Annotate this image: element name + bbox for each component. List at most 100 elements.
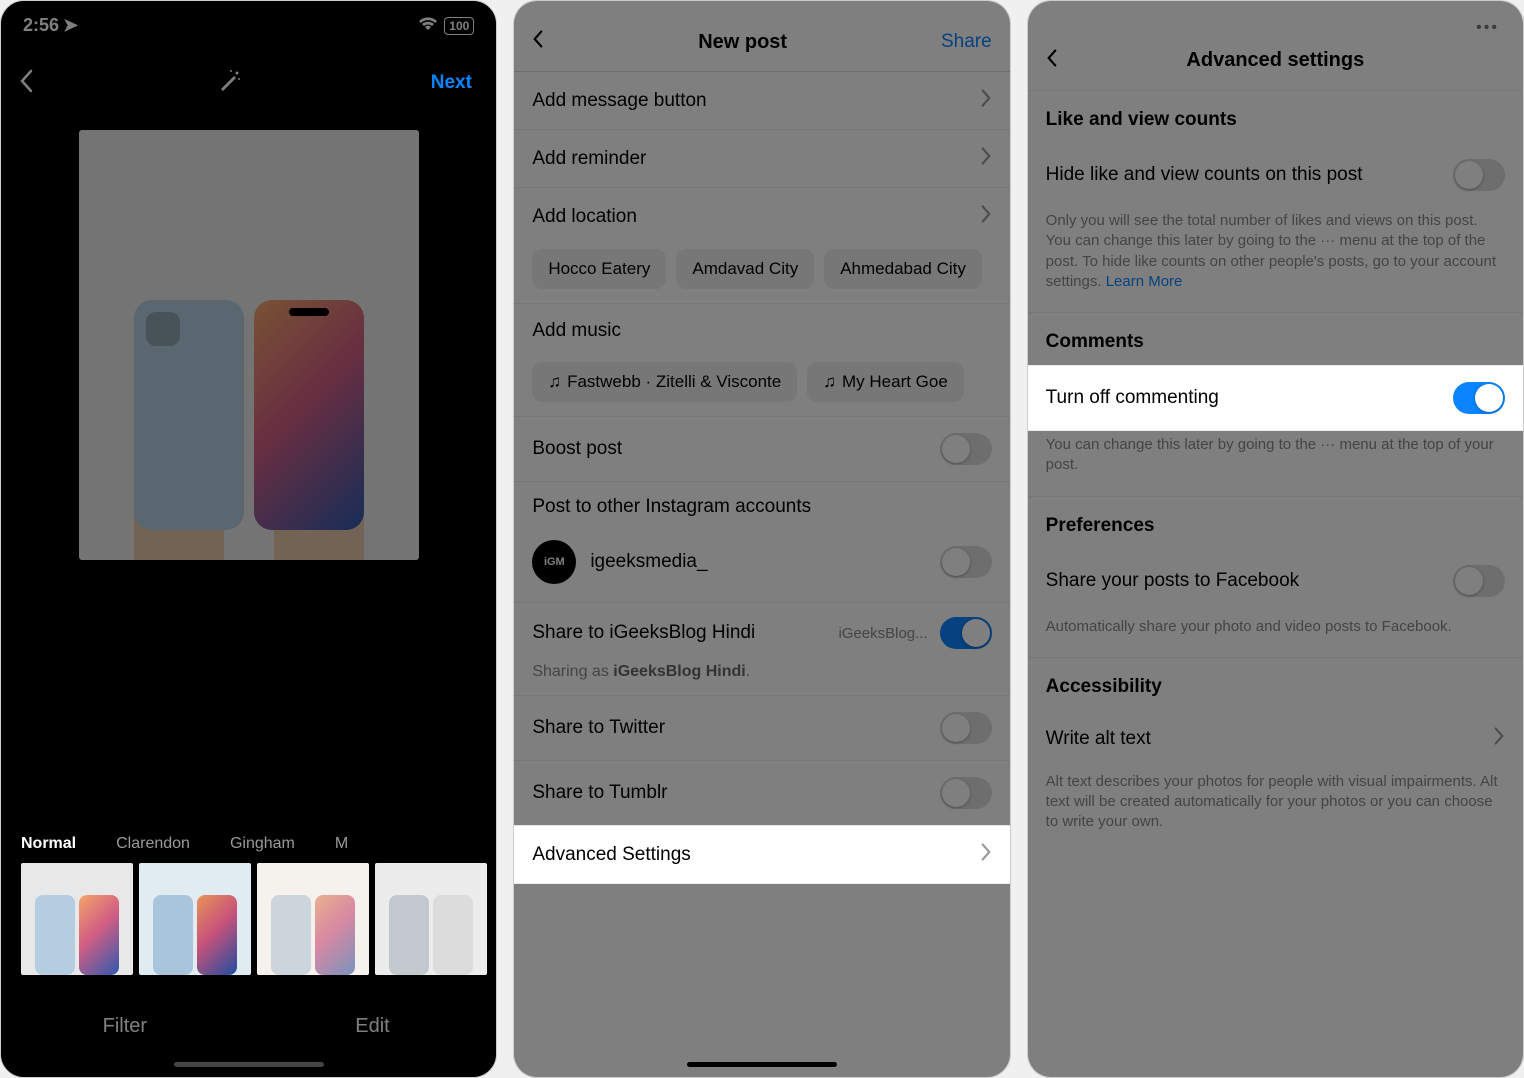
row-label: Share to iGeeksBlog Hindi bbox=[532, 622, 755, 644]
row-share-twitter[interactable]: Share to Twitter bbox=[514, 696, 1009, 761]
location-chip[interactable]: Ahmedabad City bbox=[824, 249, 982, 289]
page-title: Advanced settings bbox=[1046, 49, 1505, 72]
row-label: Add message button bbox=[532, 90, 706, 112]
toggle-boost[interactable] bbox=[940, 433, 992, 465]
next-label: Next bbox=[431, 72, 472, 94]
panel-filter-screen: 2:56 ➤ 100 Next Normal Cla bbox=[0, 0, 497, 1078]
back-icon[interactable] bbox=[19, 69, 33, 98]
music-note-icon: ♫ bbox=[823, 372, 836, 392]
row-add-location[interactable]: Add location bbox=[514, 188, 1009, 245]
tab-filter[interactable]: Filter bbox=[1, 1015, 249, 1038]
advanced-nav: Advanced settings bbox=[1028, 41, 1523, 91]
music-chips: ♫ Fastwebb · Zitelli & Visconte ♫ My Heart… bbox=[514, 358, 1009, 417]
section-post-to-other: Post to other Instagram accounts bbox=[514, 482, 1009, 528]
chevron-right-icon bbox=[980, 88, 992, 113]
page-title: New post bbox=[698, 31, 787, 54]
row-advanced-settings[interactable]: Advanced Settings bbox=[514, 825, 1009, 884]
section-accessibility: Accessibility bbox=[1028, 658, 1523, 710]
filter-thumb-clarendon[interactable] bbox=[139, 863, 251, 975]
row-account[interactable]: iGM igeeksmedia_ bbox=[514, 528, 1009, 603]
row-turn-off-commenting[interactable]: Turn off commenting bbox=[1028, 365, 1523, 431]
row-label: Share to Tumblr bbox=[532, 782, 667, 804]
toggle-twitter[interactable] bbox=[940, 712, 992, 744]
row-label: Add location bbox=[532, 206, 637, 228]
section-label: Post to other Instagram accounts bbox=[532, 496, 811, 517]
row-share-tumblr[interactable]: Share to Tumblr bbox=[514, 761, 1009, 825]
toggle-share-hindi[interactable] bbox=[940, 617, 992, 649]
home-indicator[interactable] bbox=[174, 1062, 324, 1067]
chevron-right-icon bbox=[980, 842, 992, 867]
filter-thumb-normal[interactable] bbox=[21, 863, 133, 975]
row-label: Share to Twitter bbox=[532, 717, 665, 739]
photo-preview[interactable] bbox=[79, 130, 419, 560]
row-add-music[interactable]: Add music bbox=[514, 304, 1009, 358]
row-label: Share your posts to Facebook bbox=[1046, 570, 1299, 592]
hide-like-description: Only you will see the total number of li… bbox=[1028, 207, 1523, 313]
next-button[interactable]: Next bbox=[424, 56, 478, 110]
turn-off-commenting-description: You can change this later by going to th… bbox=[1028, 431, 1523, 497]
filter-thumb-gingham[interactable] bbox=[257, 863, 369, 975]
toggle-turn-off-commenting[interactable] bbox=[1453, 382, 1505, 414]
filter-thumb-4[interactable] bbox=[375, 863, 487, 975]
home-indicator[interactable] bbox=[687, 1062, 837, 1067]
row-label: Turn off commenting bbox=[1046, 387, 1219, 409]
row-boost-post[interactable]: Boost post bbox=[514, 417, 1009, 482]
toggle-share-facebook[interactable] bbox=[1453, 565, 1505, 597]
section-like-view: Like and view counts bbox=[1028, 91, 1523, 143]
row-label: Add music bbox=[532, 320, 621, 342]
learn-more-link[interactable]: Learn More bbox=[1106, 273, 1183, 290]
status-bar: 2:56 ➤ 100 bbox=[1, 1, 496, 42]
photo-preview-area bbox=[1, 124, 496, 821]
chevron-right-icon bbox=[980, 146, 992, 171]
toggle-hide-like[interactable] bbox=[1453, 159, 1505, 191]
row-write-alt-text[interactable]: Write alt text bbox=[1028, 710, 1523, 768]
back-icon[interactable] bbox=[1046, 48, 1058, 74]
row-add-reminder[interactable]: Add reminder bbox=[514, 130, 1009, 188]
write-alt-description: Alt text describes your photos for peopl… bbox=[1028, 768, 1523, 853]
location-icon: ➤ bbox=[63, 15, 78, 36]
battery-icon: 100 bbox=[444, 17, 474, 35]
music-chip[interactable]: ♫ My Heart Goe bbox=[807, 362, 964, 402]
filter-label-gingham[interactable]: Gingham bbox=[230, 835, 295, 853]
bottom-tabs: Filter Edit bbox=[1, 985, 496, 1062]
row-add-message-button[interactable]: Add message button bbox=[514, 72, 1009, 130]
back-icon[interactable] bbox=[532, 29, 544, 55]
row-hide-like-counts[interactable]: Hide like and view counts on this post bbox=[1028, 143, 1523, 207]
more-icon[interactable]: ••• bbox=[1028, 1, 1523, 41]
section-comments: Comments bbox=[1028, 313, 1523, 365]
music-chip[interactable]: ♫ Fastwebb · Zitelli & Visconte bbox=[532, 362, 797, 402]
row-share-hindi[interactable]: Share to iGeeksBlog Hindi iGeeksBlog... bbox=[514, 603, 1009, 663]
avatar: iGM bbox=[532, 540, 576, 584]
row-share-facebook[interactable]: Share your posts to Facebook bbox=[1028, 549, 1523, 613]
row-label: Advanced Settings bbox=[532, 844, 690, 866]
chevron-right-icon bbox=[1493, 726, 1505, 752]
row-label: Boost post bbox=[532, 438, 622, 460]
row-label: Hide like and view counts on this post bbox=[1046, 164, 1363, 186]
editor-nav: Next bbox=[1, 42, 496, 124]
music-note-icon: ♫ bbox=[548, 372, 561, 392]
account-handle: igeeksmedia_ bbox=[590, 551, 925, 573]
section-preferences: Preferences bbox=[1028, 497, 1523, 549]
row-label: Write alt text bbox=[1046, 728, 1151, 750]
panel-new-post: New post Share Add message button Add re… bbox=[513, 0, 1010, 1078]
filter-label-normal[interactable]: Normal bbox=[21, 835, 76, 853]
toggle-account[interactable] bbox=[940, 546, 992, 578]
location-chip[interactable]: Amdavad City bbox=[676, 249, 814, 289]
toggle-tumblr[interactable] bbox=[940, 777, 992, 809]
filter-label-4[interactable]: M bbox=[335, 835, 348, 853]
panel-advanced-settings: ••• Advanced settings Like and view coun… bbox=[1027, 0, 1524, 1078]
tab-edit[interactable]: Edit bbox=[249, 1015, 497, 1038]
share-facebook-description: Automatically share your photo and video… bbox=[1028, 613, 1523, 658]
sharing-as-text: Sharing as iGeeksBlog Hindi. bbox=[514, 663, 1009, 696]
magic-wand-icon[interactable] bbox=[216, 68, 242, 99]
location-chip[interactable]: Hocco Eatery bbox=[532, 249, 666, 289]
chevron-right-icon bbox=[980, 204, 992, 229]
status-time: 2:56 bbox=[23, 15, 59, 36]
filter-label-clarendon[interactable]: Clarendon bbox=[116, 835, 190, 853]
row-sublabel: iGeeksBlog... bbox=[838, 625, 927, 642]
chip-label: Fastwebb · Zitelli & Visconte bbox=[567, 372, 781, 392]
new-post-nav: New post Share bbox=[514, 1, 1009, 72]
share-button[interactable]: Share bbox=[941, 31, 992, 53]
filters-bar: Normal Clarendon Gingham M bbox=[1, 821, 496, 985]
chip-label: My Heart Goe bbox=[842, 372, 948, 392]
